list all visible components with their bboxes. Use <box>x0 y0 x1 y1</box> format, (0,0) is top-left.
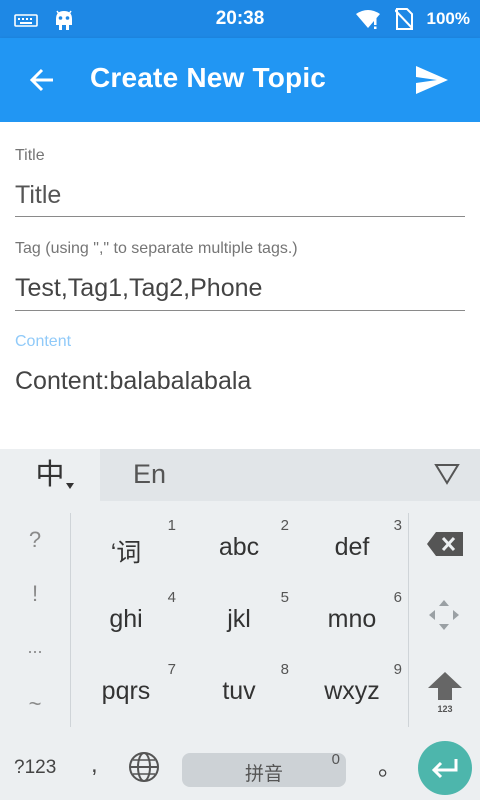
soft-keyboard: 中 En ? ! ... ~ ‘词 1 abc 2 def 3 ghi 4 jk… <box>0 449 480 800</box>
language-switch-button[interactable] <box>128 751 160 788</box>
key-2[interactable]: abc 2 <box>183 513 295 575</box>
key-7-label: pqrs <box>101 677 151 705</box>
backspace-button[interactable] <box>426 531 464 562</box>
key-5-label: jkl <box>227 605 251 633</box>
key-2-num: 2 <box>280 517 289 534</box>
period-key[interactable]: 。 <box>378 747 402 782</box>
tab-chinese[interactable]: 中 <box>0 449 100 501</box>
key-5[interactable]: jkl 5 <box>183 585 295 647</box>
key-4-label: ghi <box>109 605 143 633</box>
content-label: Content <box>15 333 72 350</box>
topic-form: Title Title Tag (using "," to separate m… <box>0 122 480 449</box>
title-label: Title <box>15 147 45 164</box>
tag-label: Tag (using "," to separate multiple tags… <box>15 240 298 257</box>
dropdown-triangle-icon <box>66 483 74 489</box>
key-5-num: 5 <box>280 589 289 606</box>
space-key-label: 拼音 <box>244 764 283 785</box>
symbol-key-tilde[interactable]: ~ <box>0 691 70 717</box>
globe-icon <box>129 752 159 782</box>
comma-key[interactable]: , <box>91 751 98 779</box>
symbol-column: ? ! ... ~ <box>0 513 70 731</box>
no-sim-icon <box>394 8 413 30</box>
key-6-num: 6 <box>393 589 402 606</box>
page-title: Create New Topic <box>90 62 327 93</box>
app-bar: Create New Topic <box>0 38 480 122</box>
key-6-label: mno <box>327 605 377 633</box>
numeric-mode-key[interactable]: ?123 <box>14 757 56 779</box>
send-icon <box>416 66 448 94</box>
keyboard-toolbar: 中 En <box>0 449 480 501</box>
battery-level: 100% <box>426 9 470 28</box>
title-underline <box>15 216 465 217</box>
symbol-key-ellipsis[interactable]: ... <box>0 637 70 658</box>
key-8-num: 8 <box>280 661 289 678</box>
cursor-move-icon <box>429 600 459 630</box>
symbol-key-question[interactable]: ? <box>0 527 70 553</box>
collapse-triangle-icon <box>434 464 460 485</box>
shift-up-icon <box>428 672 462 700</box>
content-input[interactable]: Content:balabalabala <box>15 367 251 396</box>
key-9[interactable]: wxyz 9 <box>296 657 408 719</box>
status-bar: 20:38 100% <box>0 0 480 38</box>
key-3-num: 3 <box>393 517 402 534</box>
cursor-move-button[interactable] <box>428 599 460 636</box>
right-divider <box>408 513 409 727</box>
key-1-label: ‘词 <box>110 539 142 567</box>
key-1-num: 1 <box>167 517 176 534</box>
shift-label: 123 <box>437 704 453 714</box>
key-9-num: 9 <box>393 661 402 678</box>
key-8[interactable]: tuv 8 <box>183 657 295 719</box>
shift-button[interactable]: 123 <box>426 671 464 714</box>
key-9-label: wxyz <box>324 677 380 705</box>
tag-input[interactable]: Test,Tag1,Tag2,Phone <box>15 274 262 303</box>
enter-icon <box>431 759 458 779</box>
keyboard-bottom-row: ?123 , 拼音 0 。 <box>0 735 480 800</box>
key-6[interactable]: mno 6 <box>296 585 408 647</box>
back-button[interactable] <box>22 60 62 100</box>
key-8-label: tuv <box>222 677 256 705</box>
wifi-icon <box>355 10 380 29</box>
tab-english[interactable]: En <box>133 459 166 490</box>
key-4[interactable]: ghi 4 <box>70 585 182 647</box>
function-column: 123 <box>410 513 480 731</box>
arrow-left-icon <box>29 68 53 92</box>
send-button[interactable] <box>412 60 452 100</box>
space-key-num: 0 <box>331 751 340 768</box>
key-7-num: 7 <box>167 661 176 678</box>
key-2-label: abc <box>218 533 260 561</box>
status-right-icons: 100% <box>355 8 470 30</box>
collapse-keyboard-button[interactable] <box>434 463 460 490</box>
key-4-num: 4 <box>167 589 176 606</box>
symbol-key-exclaim[interactable]: ! <box>0 581 70 607</box>
tag-underline <box>15 310 465 311</box>
title-input[interactable]: Title <box>15 181 61 210</box>
backspace-icon <box>427 532 463 556</box>
key-3-label: def <box>334 533 370 561</box>
key-3[interactable]: def 3 <box>296 513 408 575</box>
enter-button[interactable] <box>418 741 472 795</box>
space-key[interactable]: 拼音 0 <box>182 751 346 787</box>
key-1[interactable]: ‘词 1 <box>70 513 182 575</box>
key-7[interactable]: pqrs 7 <box>70 657 182 719</box>
tab-chinese-label: 中 <box>35 459 65 491</box>
